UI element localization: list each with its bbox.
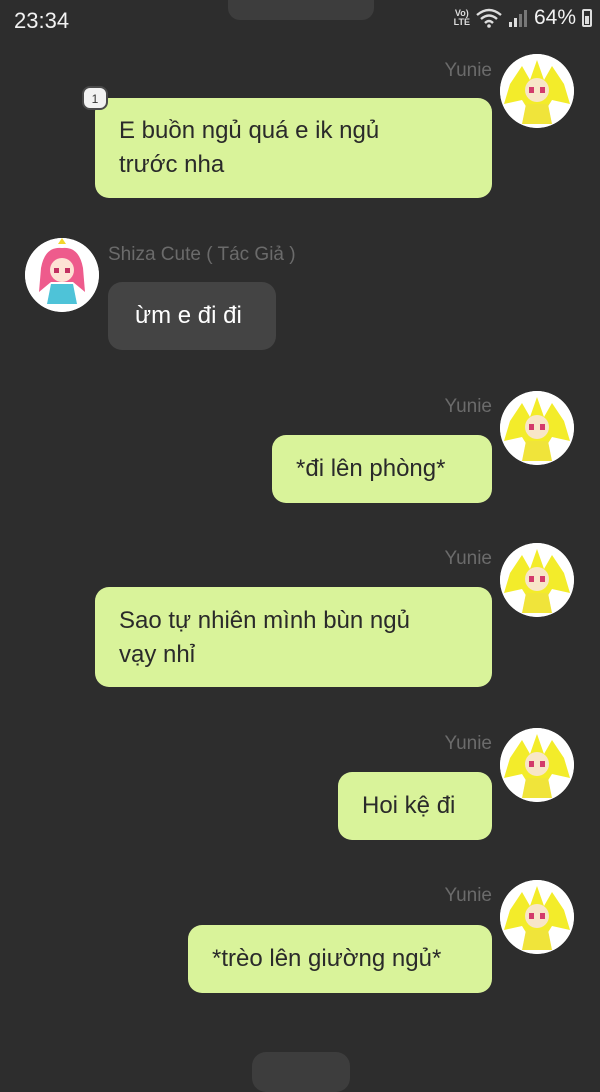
avatar-yunie[interactable] bbox=[500, 728, 574, 802]
avatar-yunie[interactable] bbox=[500, 391, 574, 465]
avatar-yunie[interactable] bbox=[500, 880, 574, 954]
sender-name: Yunie bbox=[444, 733, 492, 754]
volte-icon: Vo) LTE bbox=[453, 8, 470, 27]
message-line: Sao tự nhiên mình bùn ngủ bbox=[119, 607, 410, 634]
message-bubble[interactable]: *đi lên phòng* bbox=[272, 435, 492, 503]
message-line: trước nha bbox=[119, 151, 225, 178]
sender-name: Yunie bbox=[444, 548, 492, 569]
message-bubble[interactable]: Sao tự nhiên mình bùn ngủ vạy nhỉ bbox=[95, 587, 492, 687]
top-scroll-pill bbox=[228, 0, 374, 20]
message-bubble[interactable]: ừm e đi đi bbox=[108, 282, 276, 350]
message-line: ừm e đi đi bbox=[135, 302, 242, 329]
sender-name: Shiza Cute ( Tác Giả ) bbox=[108, 244, 296, 265]
message-line: vạy nhỉ bbox=[119, 641, 196, 668]
message-line: *đi lên phòng* bbox=[296, 455, 446, 482]
avatar-yunie[interactable] bbox=[500, 54, 574, 128]
status-icons: Vo) LTE 64% bbox=[454, 6, 592, 30]
message-bubble[interactable]: *trèo lên giường ngủ* bbox=[188, 925, 492, 993]
message-line: E buồn ngủ quá e ik ngủ bbox=[119, 117, 380, 144]
message-line: Hoi kệ đi bbox=[362, 792, 456, 819]
battery-percent: 64% bbox=[533, 6, 576, 29]
message-bubble[interactable]: E buồn ngủ quá e ik ngủ trước nha bbox=[95, 98, 492, 198]
wifi-icon bbox=[476, 8, 502, 28]
status-time: 23:34 bbox=[14, 8, 70, 33]
message-line: *trèo lên giường ngủ* bbox=[212, 945, 442, 972]
avatar-shiza[interactable] bbox=[25, 238, 99, 312]
sender-name: Yunie bbox=[444, 885, 492, 906]
signal-icon bbox=[508, 10, 527, 27]
avatar-yunie[interactable] bbox=[500, 543, 574, 617]
sender-name: Yunie bbox=[444, 396, 492, 417]
battery-icon bbox=[582, 9, 592, 27]
sender-name: Yunie bbox=[444, 60, 492, 81]
read-count-badge: 1 bbox=[82, 86, 108, 110]
message-bubble[interactable]: Hoi kệ đi bbox=[338, 772, 492, 840]
bottom-scroll-pill[interactable] bbox=[252, 1052, 350, 1092]
